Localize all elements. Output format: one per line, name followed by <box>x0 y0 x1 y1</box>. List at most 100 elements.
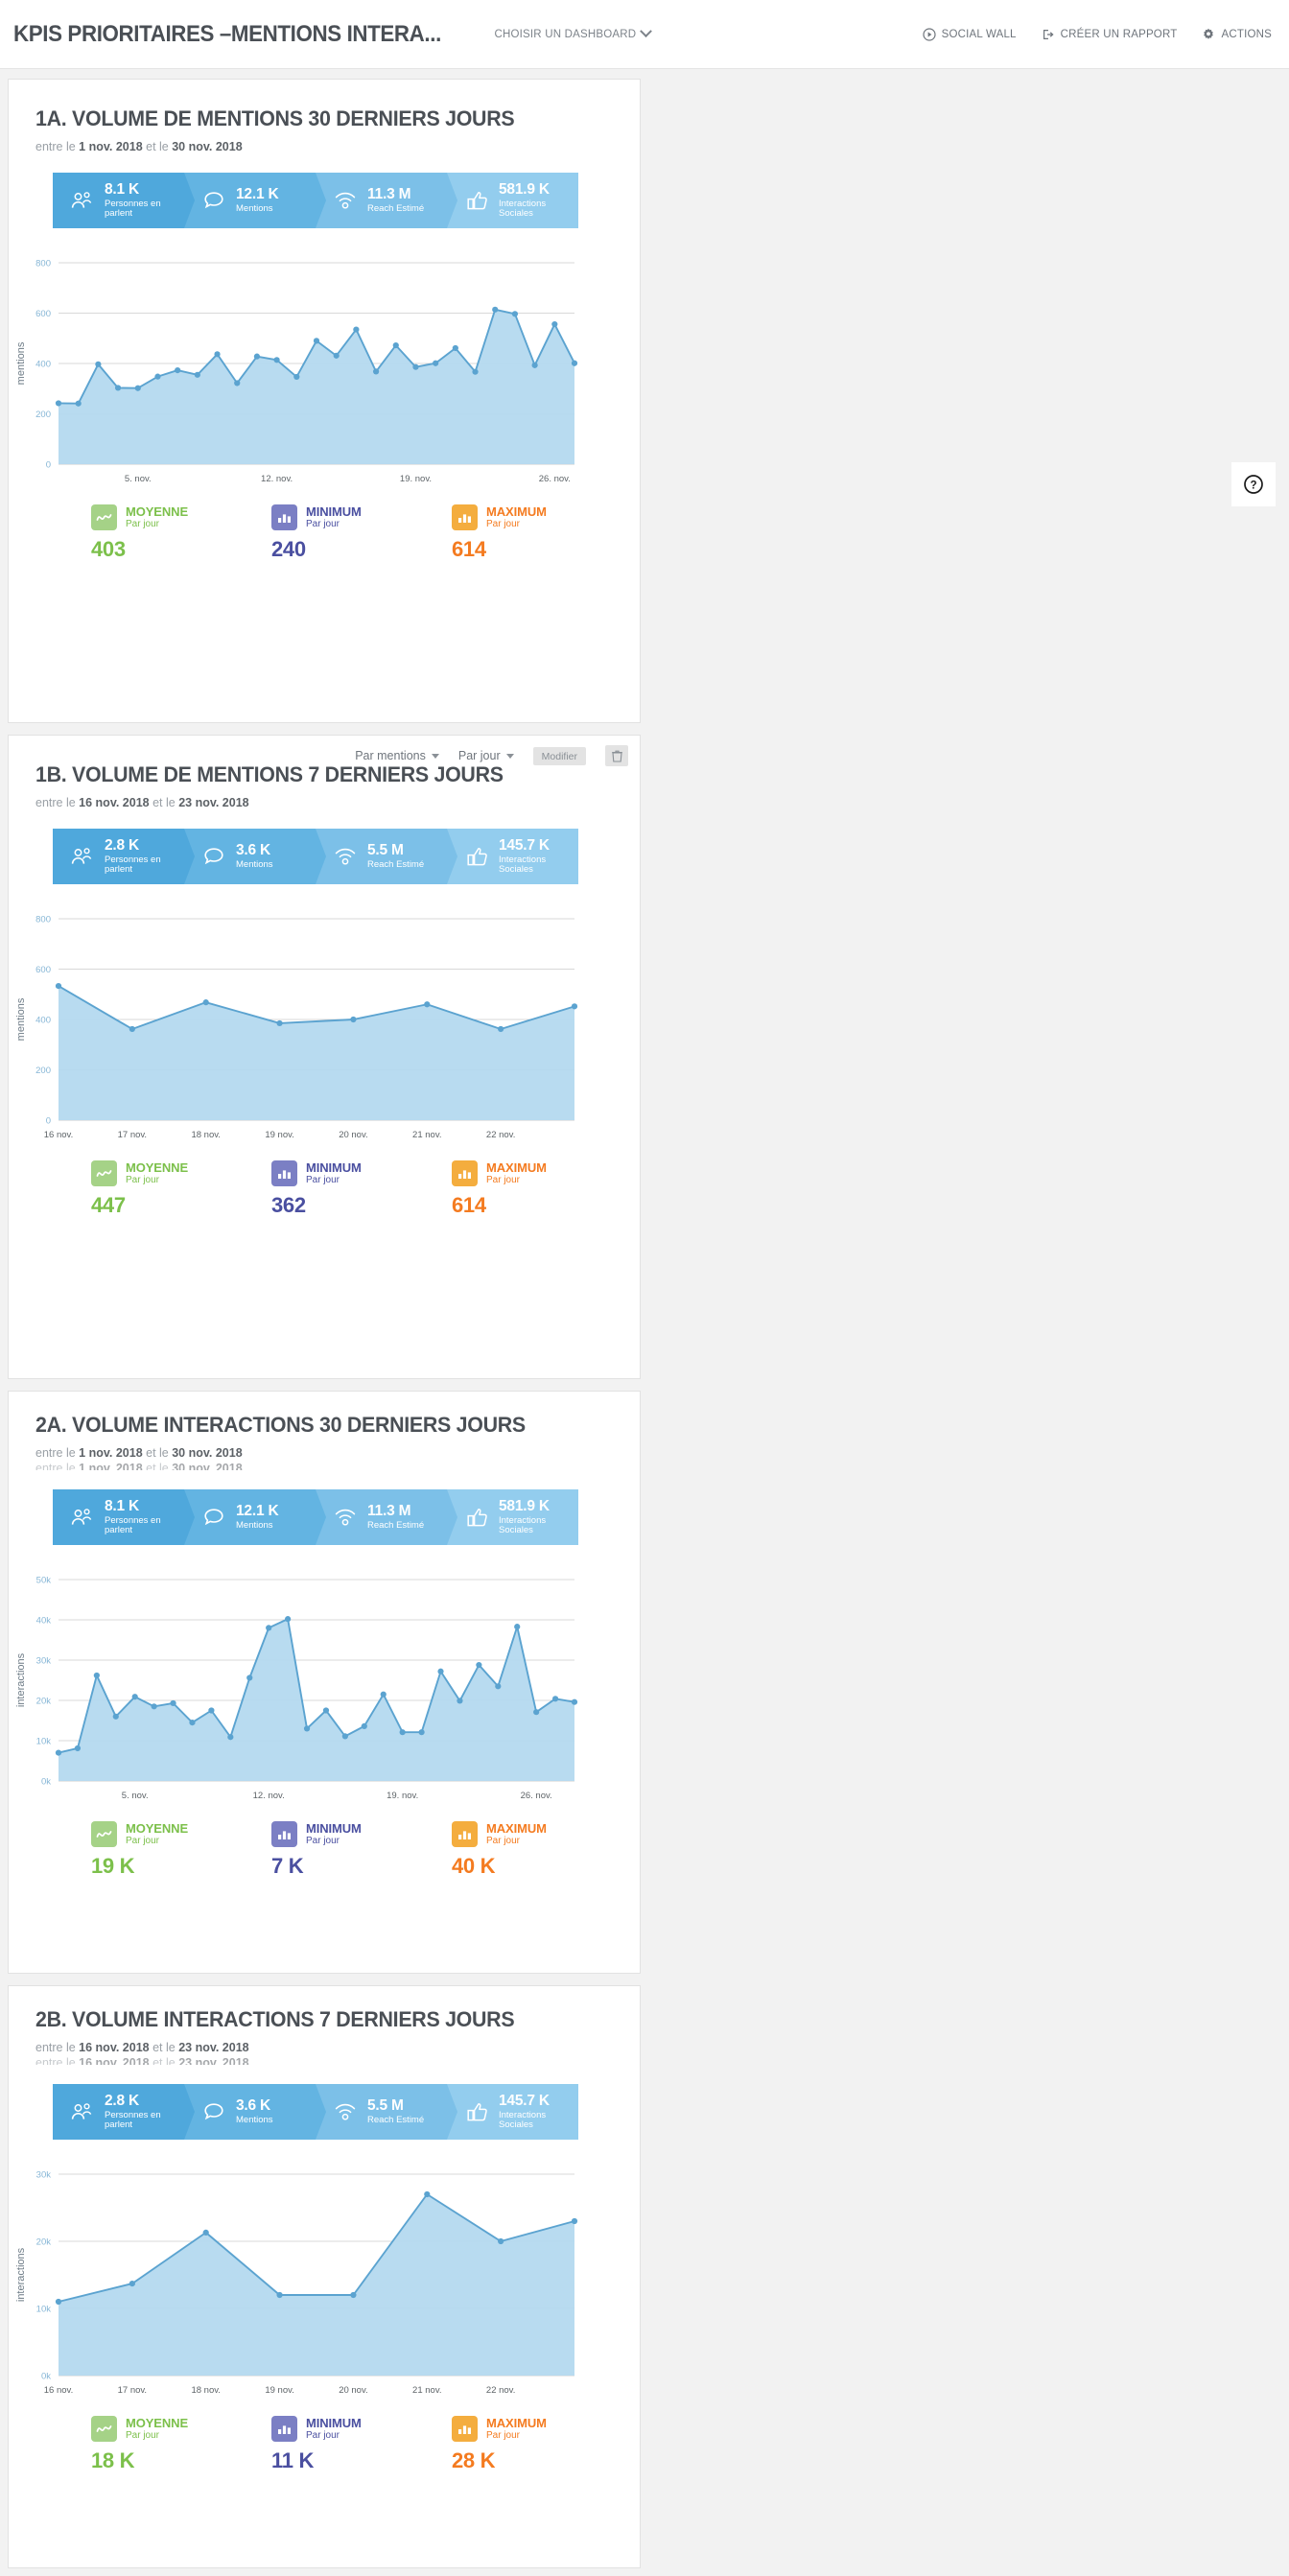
stat-moyenne-name: MOYENNE <box>126 505 188 519</box>
by-day-dropdown[interactable]: Par jour <box>458 749 514 762</box>
stat-minimum-per: Par jour <box>306 519 362 530</box>
card-1b-kpi-strip: 2.8 K Personnes en parlent 3.6 K Mention… <box>53 829 578 884</box>
card-1b-subtitle: entre le 16 nov. 2018 et le 23 nov. 2018 <box>35 796 640 809</box>
people-icon <box>69 191 96 211</box>
chart-1b[interactable]: 020040060080016 nov.17 nov.18 nov.19 nov… <box>9 905 640 1145</box>
kpi-mentions-text: 12.1 K Mentions <box>236 187 278 214</box>
bar-chart-icon <box>271 2416 297 2442</box>
kpi-reach-value: 11.3 M <box>367 1504 424 1520</box>
stat-moyenne: MOYENNE Par jour 19 K <box>91 1821 271 1879</box>
kpi-people-label: Personnes en parlent <box>105 855 184 876</box>
stat-maximum-head: MAXIMUM Par jour <box>452 1160 632 1186</box>
kpi-reach-value: 11.3 M <box>367 187 424 203</box>
wave-chart-icon <box>91 504 117 530</box>
card-2a: 2A. VOLUME INTERACTIONS 30 DERNIERS JOUR… <box>8 1391 641 1974</box>
stat-minimum-per: Par jour <box>306 2430 362 2442</box>
speech-bubble-icon <box>200 2102 227 2122</box>
kpi-interactions: 145.7 K Interactions Sociales <box>447 2084 578 2140</box>
help-button[interactable]: ? <box>1231 462 1276 506</box>
stat-maximum-name: MAXIMUM <box>486 1161 547 1175</box>
stat-moyenne-value: 18 K <box>91 2448 271 2473</box>
kpi-interactions-value: 145.7 K <box>499 2094 578 2110</box>
thumbs-up-icon <box>463 2102 490 2122</box>
svg-text:5. nov.: 5. nov. <box>125 474 152 484</box>
by-mentions-label: Par mentions <box>355 749 426 762</box>
stat-moyenne-per: Par jour <box>126 1175 188 1186</box>
stat-moyenne-value: 447 <box>91 1193 271 1218</box>
svg-text:21 nov.: 21 nov. <box>412 2385 441 2396</box>
kpi-people-value: 8.1 K <box>105 1499 184 1515</box>
stat-minimum-text: MINIMUM Par jour <box>306 1822 362 1846</box>
choose-dashboard-dropdown[interactable]: CHOISIR UN DASHBOARD <box>494 29 650 40</box>
svg-text:17 nov.: 17 nov. <box>118 2385 147 2396</box>
chevron-down-icon <box>640 25 652 37</box>
bar-chart-icon <box>271 1821 297 1847</box>
card-2b: 2B. VOLUME INTERACTIONS 7 DERNIERS JOURS… <box>8 1985 641 2568</box>
social-wall-button[interactable]: SOCIAL WALL <box>923 28 1017 41</box>
kpi-people: 2.8 K Personnes en parlent <box>53 829 184 884</box>
stat-maximum-value: 614 <box>452 1193 632 1218</box>
stat-moyenne-name: MOYENNE <box>126 1161 188 1175</box>
kpi-interactions-text: 581.9 K Interactions Sociales <box>499 1499 578 1535</box>
stat-moyenne-value: 19 K <box>91 1854 271 1879</box>
svg-text:20 nov.: 20 nov. <box>339 1130 367 1140</box>
card-1a-title: 1A. VOLUME DE MENTIONS 30 DERNIERS JOURS <box>35 106 610 131</box>
svg-text:mentions: mentions <box>15 341 27 385</box>
card-2b-stats: MOYENNE Par jour 18 K MINIMUM Par jour 1… <box>91 2416 640 2473</box>
svg-text:18 nov.: 18 nov. <box>191 1130 220 1140</box>
create-report-button[interactable]: CRÉER UN RAPPORT <box>1042 28 1178 41</box>
chart-2b[interactable]: 0k10k20k30k16 nov.17 nov.18 nov.19 nov.2… <box>9 2161 640 2400</box>
stat-moyenne-value: 403 <box>91 537 271 562</box>
wifi-icon <box>332 1508 359 1527</box>
kpi-mentions-value: 3.6 K <box>236 2098 273 2115</box>
svg-text:20 nov.: 20 nov. <box>339 2385 367 2396</box>
stat-minimum-value: 362 <box>271 1193 452 1218</box>
wave-chart-icon <box>91 1160 117 1186</box>
kpi-mentions-value: 12.1 K <box>236 187 278 203</box>
card-1a-subtitle: entre le 1 nov. 2018 et le 30 nov. 2018 <box>35 140 640 153</box>
stat-maximum-text: MAXIMUM Par jour <box>486 1822 547 1846</box>
kpi-mentions-label: Mentions <box>236 204 278 214</box>
wifi-icon <box>332 847 359 866</box>
top-bar: KPIS PRIORITAIRES –MENTIONS INTERA... CH… <box>0 0 1289 69</box>
kpi-mentions-label: Mentions <box>236 2116 273 2125</box>
svg-text:?: ? <box>1250 480 1256 491</box>
kpi-mentions-text: 12.1 K Mentions <box>236 1504 278 1531</box>
kpi-interactions-value: 581.9 K <box>499 182 578 199</box>
card-1b: Par mentions Par jour Modifier 1B. VOLUM… <box>8 735 641 1379</box>
kpi-reach-text: 5.5 M Reach Estimé <box>367 843 424 870</box>
stat-maximum-head: MAXIMUM Par jour <box>452 1821 632 1847</box>
sub-end: 30 nov. 2018 <box>172 1446 242 1460</box>
stat-maximum: MAXIMUM Par jour 614 <box>452 504 632 562</box>
kpi-interactions: 581.9 K Interactions Sociales <box>447 1489 578 1545</box>
stat-minimum-value: 240 <box>271 537 452 562</box>
stat-moyenne-text: MOYENNE Par jour <box>126 1161 188 1185</box>
kpi-interactions-text: 145.7 K Interactions Sociales <box>499 838 578 875</box>
actions-button[interactable]: ACTIONS <box>1202 28 1272 41</box>
svg-text:200: 200 <box>35 410 51 420</box>
stat-maximum-per: Par jour <box>486 1836 547 1847</box>
card-2a-subtitle-ghost: entre le 1 nov. 2018 et le 30 nov. 2018 <box>35 1462 640 1470</box>
chart-1a[interactable]: 02004006008005. nov.12. nov.19. nov.26. … <box>9 249 640 489</box>
kpi-mentions-label: Mentions <box>236 860 273 870</box>
chart-2a[interactable]: 0k10k20k30k40k50k5. nov.12. nov.19. nov.… <box>9 1566 640 1806</box>
by-mentions-dropdown[interactable]: Par mentions <box>355 749 439 762</box>
stat-minimum: MINIMUM Par jour 240 <box>271 504 452 562</box>
svg-text:12. nov.: 12. nov. <box>261 474 293 484</box>
kpi-reach-value: 5.5 M <box>367 2098 424 2115</box>
wifi-icon <box>332 191 359 210</box>
svg-text:mentions: mentions <box>15 997 27 1041</box>
kpi-mentions-label: Mentions <box>236 1521 278 1531</box>
svg-text:30k: 30k <box>36 1655 52 1666</box>
svg-text:18 nov.: 18 nov. <box>191 2385 220 2396</box>
sub-mid: et le <box>150 796 179 809</box>
stat-minimum-per: Par jour <box>306 1175 362 1186</box>
sub-start: 16 nov. 2018 <box>79 2056 149 2065</box>
sub-mid: et le <box>150 2041 179 2054</box>
stat-moyenne-head: MOYENNE Par jour <box>91 1821 271 1847</box>
choose-dashboard-label: CHOISIR UN DASHBOARD <box>494 29 636 40</box>
kpi-mentions-text: 3.6 K Mentions <box>236 2098 273 2125</box>
card-2a-subtitle: entre le 1 nov. 2018 et le 30 nov. 2018 <box>35 1446 640 1460</box>
stat-maximum-per: Par jour <box>486 2430 547 2442</box>
svg-text:0k: 0k <box>41 2371 51 2381</box>
